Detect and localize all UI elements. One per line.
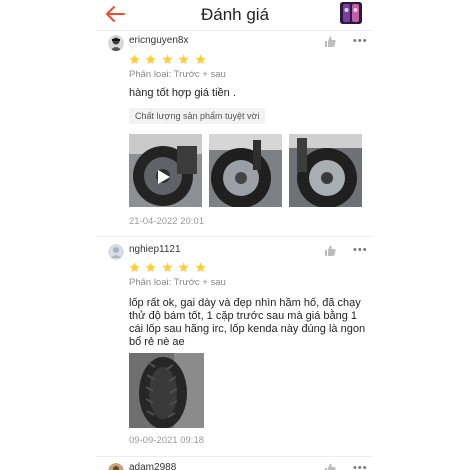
star-icon	[145, 54, 157, 65]
more-options-button[interactable]: •••	[353, 462, 368, 470]
review-item: adam2988 •••	[96, 457, 372, 470]
like-icon[interactable]	[324, 463, 336, 470]
more-options-button[interactable]: •••	[353, 35, 368, 47]
variant-label: Phân loại: Trước + sau	[129, 69, 226, 80]
star-icon	[129, 54, 140, 65]
star-icon	[129, 262, 140, 273]
review-video[interactable]	[129, 134, 202, 207]
more-options-button[interactable]: •••	[353, 244, 368, 256]
username[interactable]: adam2988	[129, 462, 176, 470]
star-icon	[178, 262, 190, 273]
like-icon[interactable]	[324, 245, 336, 256]
review-photo[interactable]	[289, 134, 362, 207]
star-icon	[162, 262, 173, 273]
review-text: lốp rất ok, gai dày và đẹp nhìn hầm hố, …	[129, 297, 366, 348]
review-photo[interactable]	[209, 134, 282, 207]
review-date: 09-09-2021 09:18	[129, 435, 205, 446]
review-date: 21-04-2022 20:01	[129, 216, 205, 227]
avatar[interactable]	[108, 244, 124, 260]
star-icon	[178, 54, 190, 65]
username[interactable]: ericnguyen8x	[129, 35, 188, 46]
review-text: hàng tốt hợp giá tiền .	[129, 87, 236, 99]
star-icon	[195, 262, 206, 273]
review-photo[interactable]	[129, 353, 204, 428]
header-bar: Đánh giá	[0, 0, 470, 30]
star-icon	[162, 54, 173, 65]
review-item: ericnguyen8x ••• Phân loại: Trước + sau …	[96, 30, 372, 236]
star-icon	[145, 262, 157, 273]
rating-stars	[129, 260, 207, 273]
like-icon[interactable]	[324, 36, 336, 47]
username[interactable]: nghiep1121	[129, 244, 181, 255]
review-tag: Chất lượng sản phẩm tuyệt vời	[129, 108, 266, 124]
avatar[interactable]	[108, 463, 124, 470]
review-item: nghiep1121 ••• Phân loại: Trước + sau lố…	[96, 237, 372, 457]
product-thumbnail[interactable]	[340, 2, 362, 24]
rating-stars	[129, 52, 207, 65]
star-icon	[195, 54, 206, 65]
page-title: Đánh giá	[200, 5, 270, 24]
variant-label: Phân loại: Trước + sau	[129, 277, 226, 288]
avatar[interactable]	[108, 35, 124, 51]
